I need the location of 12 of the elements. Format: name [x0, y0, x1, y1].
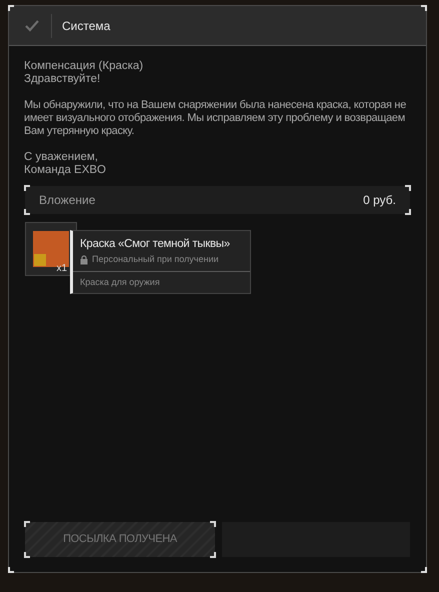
message-subject: Компенсация (Краска) [24, 60, 144, 73]
item-category: Краска для оружия [79, 276, 161, 289]
signature-line: С уважением, [24, 151, 99, 164]
item-name: Краска «Смог темной тыквы» [79, 237, 231, 252]
binding-text: Персональный при получении [92, 253, 219, 266]
sender-title: Система [62, 18, 110, 34]
message-body: Мы обнаружили, что на Вашем снаряжении была нанесена краска, которая не имеет визуального отображения. Мы исправляем эту проблему и возвращаем Вам утерянную краску. [24, 99, 408, 138]
lock-icon [80, 255, 88, 265]
signature-line: Команда EXBO [24, 164, 108, 177]
attachment-label: Вложение [39, 192, 96, 209]
message-greeting: Здравствуйте! [24, 73, 102, 86]
attachment-amount: 0 руб. [363, 192, 396, 209]
